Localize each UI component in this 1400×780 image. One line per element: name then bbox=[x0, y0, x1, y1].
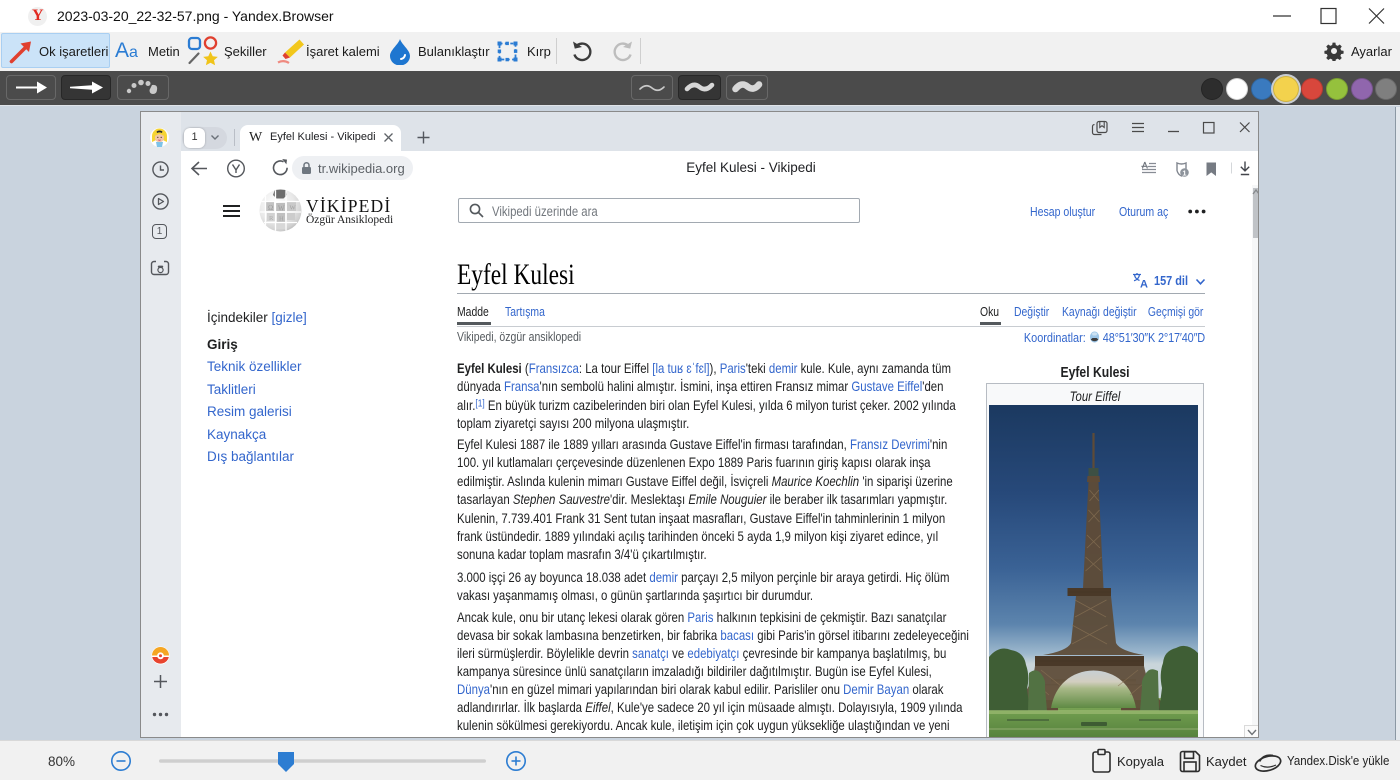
svg-text:H: H bbox=[279, 216, 284, 223]
svg-text:W: W bbox=[290, 205, 297, 212]
svg-text:1: 1 bbox=[1182, 168, 1186, 177]
svg-text:W: W bbox=[278, 205, 285, 213]
svg-text:A: A bbox=[1140, 279, 1148, 289]
svg-text:Ω: Ω bbox=[268, 204, 273, 212]
svg-text:R: R bbox=[269, 215, 274, 222]
